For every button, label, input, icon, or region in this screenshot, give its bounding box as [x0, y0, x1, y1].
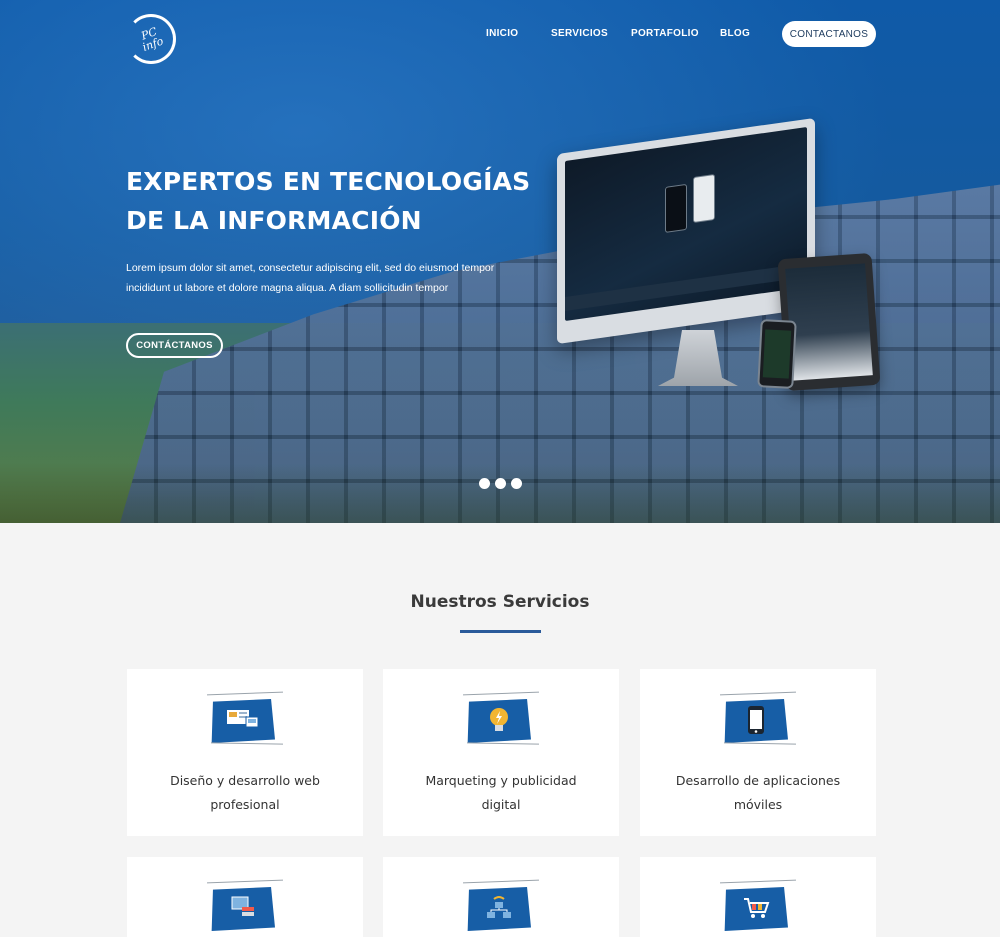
phone-mockup [757, 319, 797, 389]
icon-glyph [225, 705, 261, 735]
phone-screen [762, 329, 792, 379]
mobile-icon [720, 691, 797, 747]
database-icon [207, 879, 283, 935]
tablet-screen [785, 263, 873, 381]
service-card-marketing[interactable]: Marqueting y publicidad digital [383, 669, 619, 836]
nav-item-inicio[interactable]: INICIO [486, 28, 518, 39]
service-card-label: Diseño y desarrollo web profesional [170, 773, 320, 812]
slider-dots [479, 478, 522, 489]
service-card-web[interactable]: Diseño y desarrollo web profesional [127, 669, 363, 836]
screen-footer-bar [565, 262, 807, 312]
services-title: Nuestros Servicios [410, 592, 590, 612]
icon-glyph [738, 705, 774, 735]
brand-logo[interactable]: PC info [126, 14, 176, 64]
nav-item-blog[interactable]: BLOG [720, 28, 750, 39]
icon-glyph [481, 893, 517, 923]
screen-phone-graphic [665, 183, 687, 233]
services-section: Nuestros Servicios Diseño y desarrollo w… [0, 523, 1000, 937]
slider-dot-2[interactable] [495, 478, 506, 489]
monitor-mockup [557, 117, 815, 345]
icon-line [720, 691, 796, 696]
hero-ground-shade [0, 463, 1000, 523]
cart-icon [720, 879, 796, 935]
icon-glyph [481, 705, 517, 735]
icon-line [207, 879, 283, 884]
brand-logo-text: PC info [139, 25, 166, 54]
monitor-screen [565, 126, 807, 322]
service-card-network[interactable] [383, 857, 619, 937]
icon-line [463, 691, 539, 696]
service-card-label: Marqueting y publicidad digital [425, 773, 577, 812]
hero-title: EXPERTOS EN TECNOLOGÍAS DE LA INFORMACIÓ… [126, 167, 531, 235]
icon-line [463, 879, 539, 884]
web-design-icon [207, 691, 284, 747]
service-card-ecommerce[interactable] [640, 857, 876, 937]
icon-glyph [225, 893, 261, 923]
icon-line [466, 742, 540, 745]
icon-glyph [738, 893, 774, 923]
title-underline [460, 630, 541, 633]
nav-item-portafolio[interactable]: PORTAFOLIO [631, 28, 699, 39]
nav-contact-button[interactable]: CONTACTANOS [782, 21, 876, 47]
service-card-label: Desarrollo de aplicaciones móviles [675, 773, 841, 812]
hero-subtitle: Lorem ipsum dolor sit amet, consectetur … [126, 262, 495, 294]
slider-dot-1[interactable] [479, 478, 490, 489]
slider-dot-3[interactable] [511, 478, 522, 489]
top-navigation: PC info INICIO SERVICIOS PORTAFOLIO BLOG… [0, 0, 1000, 70]
icon-line [720, 879, 796, 884]
screen-phone-graphic [693, 173, 715, 224]
service-card-mobile[interactable]: Desarrollo de aplicaciones móviles [640, 669, 876, 836]
icon-line [210, 742, 284, 745]
nav-item-servicios[interactable]: SERVICIOS [551, 28, 608, 39]
service-card-database[interactable] [127, 857, 363, 937]
network-icon [463, 879, 539, 935]
hero-contact-button[interactable]: CONTÁCTANOS [126, 333, 223, 358]
icon-line [723, 742, 797, 745]
lightbulb-icon [463, 691, 540, 747]
icon-line [207, 691, 283, 696]
hero-section: PC info INICIO SERVICIOS PORTAFOLIO BLOG… [0, 0, 1000, 523]
